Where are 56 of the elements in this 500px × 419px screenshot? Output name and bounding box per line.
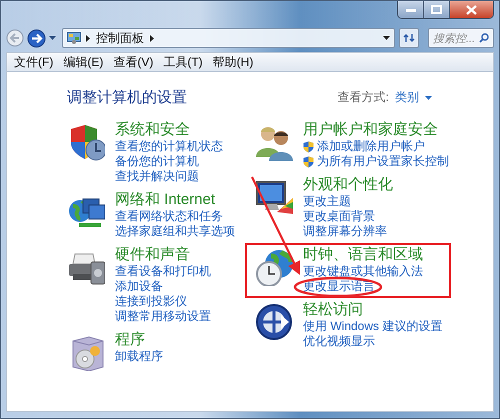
settings-link[interactable]: 选择家庭组和共享选项: [115, 224, 235, 239]
dropdown-arrow-icon[interactable]: [383, 36, 390, 40]
search-field[interactable]: 搜索控...: [428, 28, 494, 48]
view-by-dropdown[interactable]: 类别: [395, 89, 419, 106]
breadcrumb-item[interactable]: 控制面板: [96, 30, 144, 46]
settings-link[interactable]: 更改桌面背景: [303, 209, 375, 224]
globe-clock-icon[interactable]: [255, 248, 293, 286]
close-icon: [466, 4, 477, 14]
view-by-label: 查看方式:: [338, 89, 389, 106]
category-title[interactable]: 系统和安全: [115, 121, 190, 139]
caret-icon[interactable]: [425, 96, 432, 100]
monitor-palette-icon[interactable]: [255, 178, 293, 216]
address-bar[interactable]: 控制面板: [62, 28, 395, 48]
search-icon: [479, 33, 489, 43]
forward-button[interactable]: [27, 28, 46, 48]
maximize-button[interactable]: [424, 1, 450, 18]
category-title[interactable]: 外观和个性化: [303, 176, 393, 194]
control-panel-icon: [67, 32, 81, 44]
category-title[interactable]: 轻松访问: [303, 301, 363, 319]
settings-link[interactable]: 查找并解决问题: [115, 169, 199, 184]
history-dropdown-icon[interactable]: [49, 36, 56, 40]
settings-link[interactable]: 添加或删除用户帐户: [317, 139, 425, 154]
refresh-icon: [403, 33, 415, 43]
settings-link[interactable]: 连接到投影仪: [115, 294, 187, 309]
minimize-icon: [406, 8, 416, 12]
settings-link[interactable]: 调整常用移动设置: [115, 309, 211, 324]
category-title[interactable]: 硬件和声音: [115, 246, 190, 264]
menu-item[interactable]: 文件(F): [14, 54, 54, 70]
page-heading: 调整计算机的设置: [67, 88, 187, 107]
category-title[interactable]: 网络和 Internet: [115, 191, 216, 209]
settings-link[interactable]: 卸载程序: [115, 349, 163, 364]
category-title[interactable]: 程序: [115, 331, 145, 349]
settings-link[interactable]: 查看您的计算机状态: [115, 139, 223, 154]
menu-item[interactable]: 编辑(E): [63, 54, 104, 70]
accessibility-icon[interactable]: [255, 303, 293, 341]
breadcrumb-arrow-icon[interactable]: [86, 34, 90, 42]
refresh-button[interactable]: [399, 28, 419, 48]
settings-link[interactable]: 查看网络状态和任务: [115, 209, 223, 224]
menu-item[interactable]: 查看(V): [113, 54, 154, 70]
minimize-button[interactable]: [398, 1, 424, 18]
settings-link[interactable]: 优化视频显示: [303, 334, 375, 349]
category-title[interactable]: 用户帐户和家庭安全: [303, 121, 438, 139]
settings-link[interactable]: 更改键盘或其他输入法: [303, 264, 423, 279]
settings-link[interactable]: 添加设备: [115, 279, 163, 294]
settings-link[interactable]: 使用 Windows 建议的设置: [303, 319, 442, 334]
maximize-icon: [431, 5, 442, 14]
breadcrumb-arrow-icon[interactable]: [150, 34, 154, 42]
close-button[interactable]: [450, 1, 493, 18]
settings-link[interactable]: 调整屏幕分辨率: [303, 224, 387, 239]
category-title[interactable]: 时钟、语言和区域: [303, 246, 423, 264]
settings-link[interactable]: 更改主题: [303, 194, 351, 209]
menu-item[interactable]: 帮助(H): [212, 54, 254, 70]
settings-link[interactable]: 为所有用户设置家长控制: [317, 154, 449, 169]
menu-item[interactable]: 工具(T): [163, 54, 203, 70]
settings-link[interactable]: 备份您的计算机: [115, 154, 199, 169]
settings-link[interactable]: 查看设备和打印机: [115, 264, 211, 279]
